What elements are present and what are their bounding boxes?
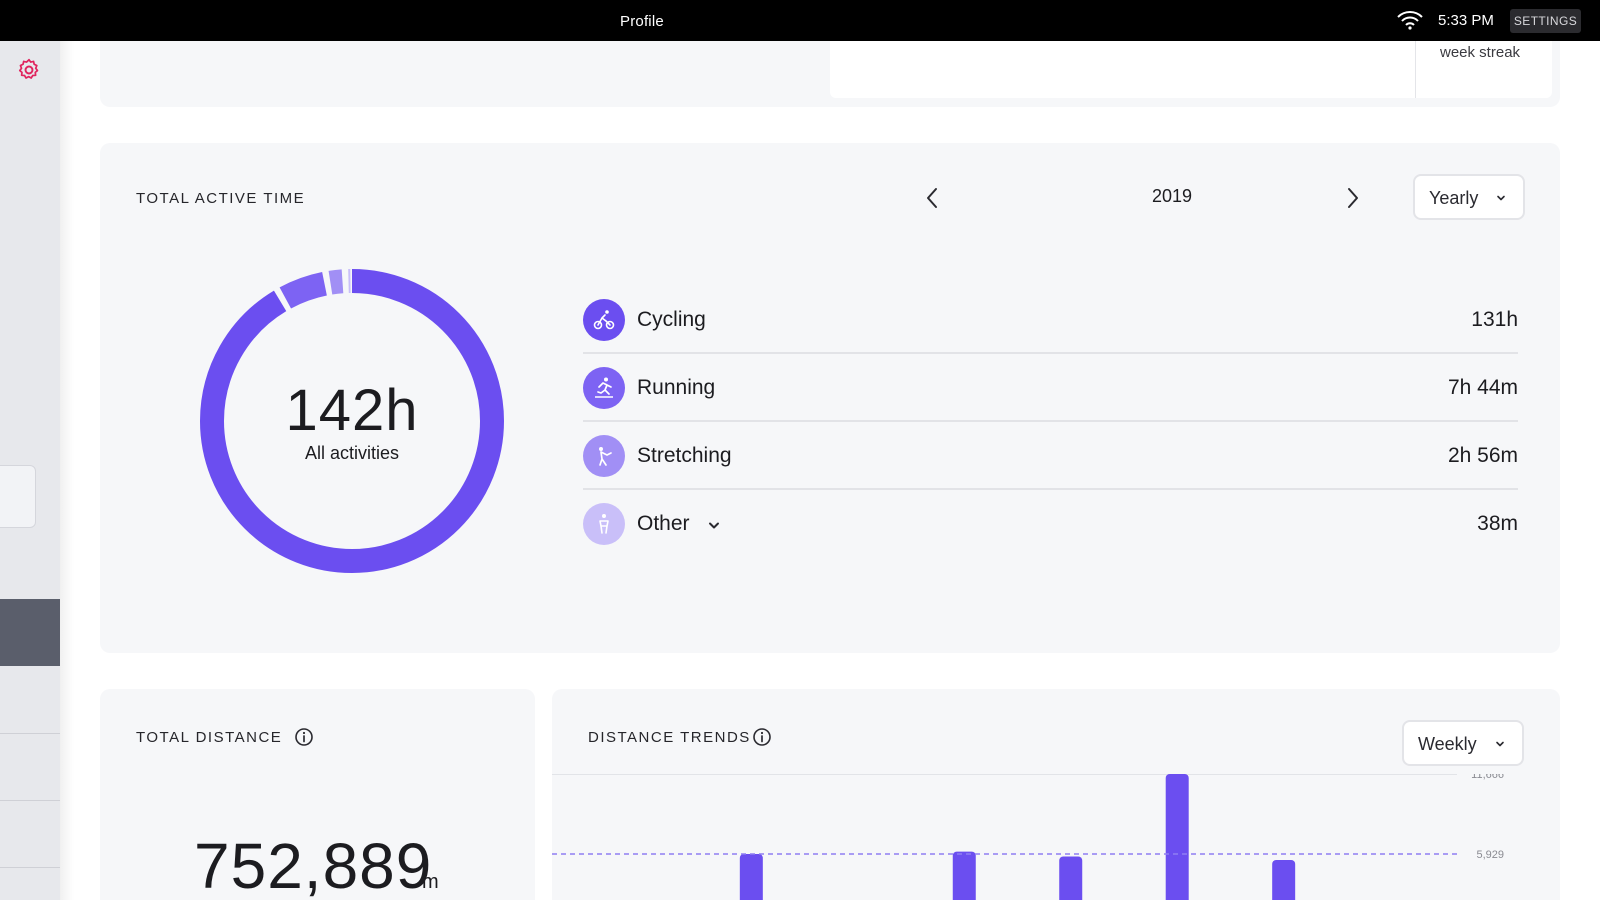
total-active-time-subtitle: All activities bbox=[304, 443, 400, 463]
period-dropdown[interactable]: Yearly bbox=[1413, 174, 1525, 220]
chevron-left-icon[interactable] bbox=[922, 186, 942, 210]
distance-trends-chart: 11,666 5,929 bbox=[552, 774, 1504, 900]
chart-tick-label: 11,666 bbox=[1471, 774, 1504, 781]
chevron-down-icon bbox=[1496, 741, 1504, 747]
chart-tick-label: 5,929 bbox=[1476, 849, 1504, 861]
stretching-icon bbox=[583, 435, 625, 477]
cycling-icon bbox=[583, 299, 625, 341]
person-icon bbox=[583, 503, 625, 545]
chevron-down-icon bbox=[1497, 195, 1505, 201]
total-active-time-card: TOTAL ACTIVE TIME 2019 Yearly 142h All a… bbox=[100, 143, 1560, 653]
activity-value: 38m bbox=[1477, 512, 1518, 535]
settings-button[interactable]: SETTINGS bbox=[1510, 9, 1581, 33]
sidebar-divider bbox=[0, 867, 60, 868]
activity-value: 7h 44m bbox=[1447, 376, 1518, 399]
total-distance-card: TOTAL DISTANCE 752,889 m bbox=[100, 689, 535, 900]
total-distance-value: 752,889 bbox=[194, 830, 433, 900]
clock: 5:33 PM bbox=[1438, 12, 1494, 29]
section-title: TOTAL DISTANCE bbox=[136, 729, 283, 746]
gear-icon[interactable] bbox=[16, 57, 42, 83]
activity-row-stretching[interactable]: Stretching 2h 56m bbox=[583, 422, 1518, 490]
sidebar-divider bbox=[0, 733, 60, 734]
chart-bar[interactable] bbox=[1165, 774, 1189, 900]
info-icon[interactable] bbox=[294, 727, 314, 747]
activity-row-other[interactable]: Other 38m bbox=[583, 490, 1518, 558]
chart-bar[interactable] bbox=[1272, 859, 1296, 900]
chevron-right-icon[interactable] bbox=[1343, 186, 1363, 210]
window-title: Profile bbox=[620, 13, 664, 30]
activity-row-cycling[interactable]: Cycling 131h bbox=[583, 286, 1518, 354]
activity-name: Cycling bbox=[637, 308, 706, 331]
period-dropdown-label: Yearly bbox=[1429, 188, 1479, 208]
chevron-down-icon[interactable] bbox=[707, 520, 721, 532]
sidebar-divider bbox=[0, 800, 60, 801]
streak-separator bbox=[1415, 41, 1416, 98]
sidebar-shadow bbox=[60, 41, 74, 900]
sidebar-item-active[interactable] bbox=[0, 599, 60, 666]
activity-value: 2h 56m bbox=[1447, 444, 1518, 467]
running-icon bbox=[583, 367, 625, 409]
trend-period-dropdown-label: Weekly bbox=[1418, 734, 1477, 754]
trend-period-dropdown[interactable]: Weekly bbox=[1402, 720, 1524, 766]
activity-name: Running bbox=[637, 376, 716, 399]
chart-bar[interactable] bbox=[952, 851, 976, 900]
streak-card: week streak bbox=[100, 41, 1560, 107]
wifi-icon bbox=[1397, 11, 1423, 30]
sidebar bbox=[0, 41, 60, 900]
distance-trends-card: DISTANCE TRENDS Weekly 11,666 5,929 bbox=[552, 689, 1560, 900]
activity-name: Other bbox=[637, 512, 690, 535]
info-icon[interactable] bbox=[752, 727, 772, 747]
system-top-bar: Profile 5:33 PM SETTINGS bbox=[0, 0, 1600, 41]
activity-name: Stretching bbox=[637, 444, 732, 467]
total-active-time-value: 142h bbox=[285, 378, 419, 443]
streak-card-inner: week streak bbox=[830, 41, 1552, 98]
total-distance-unit: m bbox=[422, 871, 439, 893]
activity-row-running[interactable]: Running 7h 44m bbox=[583, 354, 1518, 422]
sidebar-card-stub[interactable] bbox=[0, 465, 36, 528]
section-title: DISTANCE TRENDS bbox=[588, 729, 751, 746]
period-label: 2019 bbox=[1151, 186, 1193, 206]
chart-bar[interactable] bbox=[1059, 856, 1083, 900]
activity-value: 131h bbox=[1471, 308, 1518, 331]
section-title: TOTAL ACTIVE TIME bbox=[136, 190, 306, 207]
chart-bar[interactable] bbox=[739, 854, 763, 900]
streak-label: week streak bbox=[1440, 44, 1521, 61]
